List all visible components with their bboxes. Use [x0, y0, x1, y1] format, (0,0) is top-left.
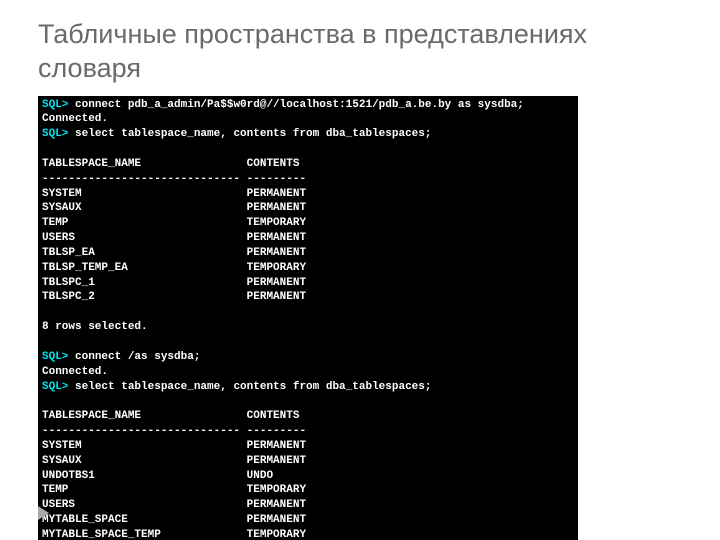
table-row: PERMANENT — [247, 499, 306, 511]
table-row: UNDOTBS1 — [42, 470, 95, 482]
table-row: PERMANENT — [247, 440, 306, 452]
rule: --------- — [247, 173, 306, 185]
table-row: PERMANENT — [247, 455, 306, 467]
table-row: MYTABLE_SPACE_TEMP — [42, 529, 161, 540]
cmd-connect-2: connect /as sysdba; — [75, 351, 200, 363]
rule: ------------------------------ — [42, 173, 240, 185]
table-row: SYSAUX — [42, 202, 82, 214]
rule: ------------------------------ — [42, 425, 240, 437]
table-row: TBLSPC_1 — [42, 277, 95, 289]
table-row: PERMANENT — [247, 247, 306, 259]
cmd-select-1: select tablespace_name, contents from db… — [75, 128, 431, 140]
table-row: MYTABLE_SPACE — [42, 514, 128, 526]
cmd-connect-1: connect pdb_a_admin/Pa$$w0rd@//localhost… — [75, 99, 524, 111]
table-row: TEMPORARY — [247, 262, 306, 274]
table-row: PERMANENT — [247, 202, 306, 214]
sql-prompt: SQL> — [42, 351, 68, 363]
col-header-contents: CONTENTS — [247, 158, 300, 170]
col-header-tablespace: TABLESPACE_NAME — [42, 410, 141, 422]
table-row: TEMPORARY — [247, 529, 306, 540]
col-header-tablespace: TABLESPACE_NAME — [42, 158, 141, 170]
table-row: PERMANENT — [247, 514, 306, 526]
table-row: TEMP — [42, 217, 68, 229]
table-row: PERMANENT — [247, 291, 306, 303]
slide: Табличные пространства в представлениях … — [0, 0, 720, 540]
cmd-select-2: select tablespace_name, contents from db… — [75, 381, 431, 393]
sql-prompt: SQL> — [42, 99, 68, 111]
resp-connected-1: Connected. — [42, 113, 108, 125]
sql-prompt: SQL> — [42, 128, 68, 140]
table-row: UNDO — [247, 470, 273, 482]
sql-prompt: SQL> — [42, 381, 68, 393]
table-row: TBLSPC_2 — [42, 291, 95, 303]
table-row: TEMP — [42, 484, 68, 496]
table-row: TBLSP_TEMP_EA — [42, 262, 128, 274]
table-row: SYSAUX — [42, 455, 82, 467]
page-title: Табличные пространства в представлениях … — [38, 18, 682, 86]
next-arrow-icon — [38, 506, 49, 520]
table-row: SYSTEM — [42, 188, 82, 200]
rule: --------- — [247, 425, 306, 437]
table-row: PERMANENT — [247, 277, 306, 289]
table-row: PERMANENT — [247, 188, 306, 200]
table-row: TEMPORARY — [247, 217, 306, 229]
rows-selected-1: 8 rows selected. — [42, 321, 148, 333]
table-row: SYSTEM — [42, 440, 82, 452]
table-row: PERMANENT — [247, 232, 306, 244]
table-row: USERS — [42, 232, 75, 244]
resp-connected-2: Connected. — [42, 366, 108, 378]
col-header-contents: CONTENTS — [247, 410, 300, 422]
table-row: TEMPORARY — [247, 484, 306, 496]
table-row: TBLSP_EA — [42, 247, 95, 259]
terminal-output: SQL> connect pdb_a_admin/Pa$$w0rd@//loca… — [38, 96, 578, 540]
